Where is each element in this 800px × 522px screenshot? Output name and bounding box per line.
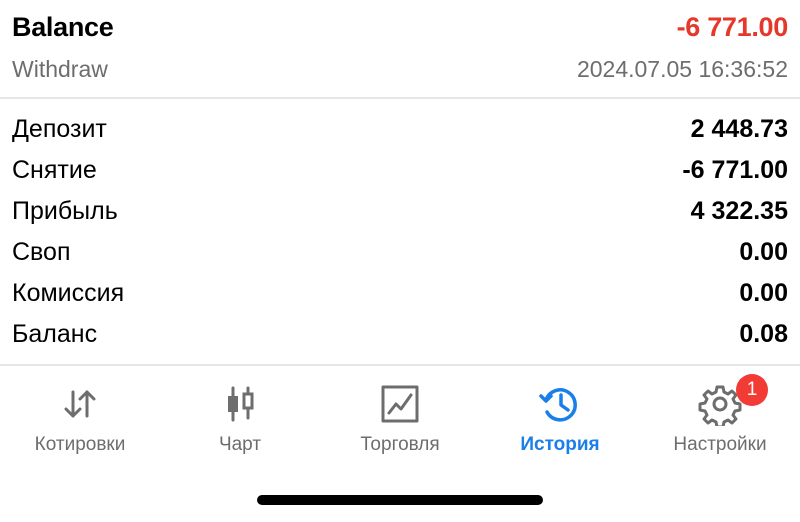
detail-value: -6 771.00	[682, 156, 788, 184]
tab-quotes[interactable]: Котировки	[0, 366, 160, 466]
detail-label: Своп	[12, 238, 71, 266]
transaction-amount: -6 771.00	[676, 12, 789, 42]
tab-label: История	[520, 434, 600, 455]
balance-details-list: Депозит 2 448.73 Снятие -6 771.00 Прибыл…	[0, 110, 800, 356]
notification-badge: 1	[736, 374, 768, 406]
detail-value: 4 322.35	[690, 197, 788, 225]
transaction-type-title: Balance	[12, 12, 114, 42]
detail-value: 0.00	[739, 238, 788, 266]
transaction-header: Balance -6 771.00 Withdraw 2024.07.05 16…	[0, 0, 800, 99]
detail-value: 2 448.73	[690, 115, 788, 143]
home-indicator	[257, 495, 543, 505]
tab-settings[interactable]: 1 Настройки	[640, 366, 800, 466]
detail-label: Депозит	[12, 115, 107, 143]
tab-history[interactable]: История	[480, 366, 640, 466]
detail-label: Снятие	[12, 156, 97, 184]
tab-chart[interactable]: Чарт	[160, 366, 320, 466]
detail-label: Комиссия	[12, 279, 125, 307]
history-clock-icon	[538, 382, 582, 426]
detail-value: 0.00	[739, 279, 788, 307]
tab-label: Настройки	[673, 434, 767, 455]
trade-chart-icon	[378, 382, 422, 426]
detail-row-withdrawal: Снятие -6 771.00	[0, 151, 800, 192]
candlestick-chart-icon	[218, 382, 262, 426]
detail-row-profit: Прибыль 4 322.35	[0, 192, 800, 233]
detail-label: Прибыль	[12, 197, 118, 225]
detail-row-deposit: Депозит 2 448.73	[0, 110, 800, 151]
detail-row-balance: Баланс 0.08	[0, 315, 800, 356]
detail-value: 0.08	[739, 320, 788, 348]
tab-label: Чарт	[218, 434, 262, 455]
detail-row-commission: Комиссия 0.00	[0, 274, 800, 315]
tab-trade[interactable]: Торговля	[320, 366, 480, 466]
quotes-arrows-icon	[58, 382, 102, 426]
transaction-timestamp: 2024.07.05 16:36:52	[576, 56, 788, 82]
detail-label: Баланс	[12, 320, 98, 348]
transaction-subtype: Withdraw	[12, 56, 108, 82]
detail-row-swap: Своп 0.00	[0, 233, 800, 274]
tab-label: Торговля	[360, 434, 440, 455]
tab-label: Котировки	[34, 434, 126, 455]
